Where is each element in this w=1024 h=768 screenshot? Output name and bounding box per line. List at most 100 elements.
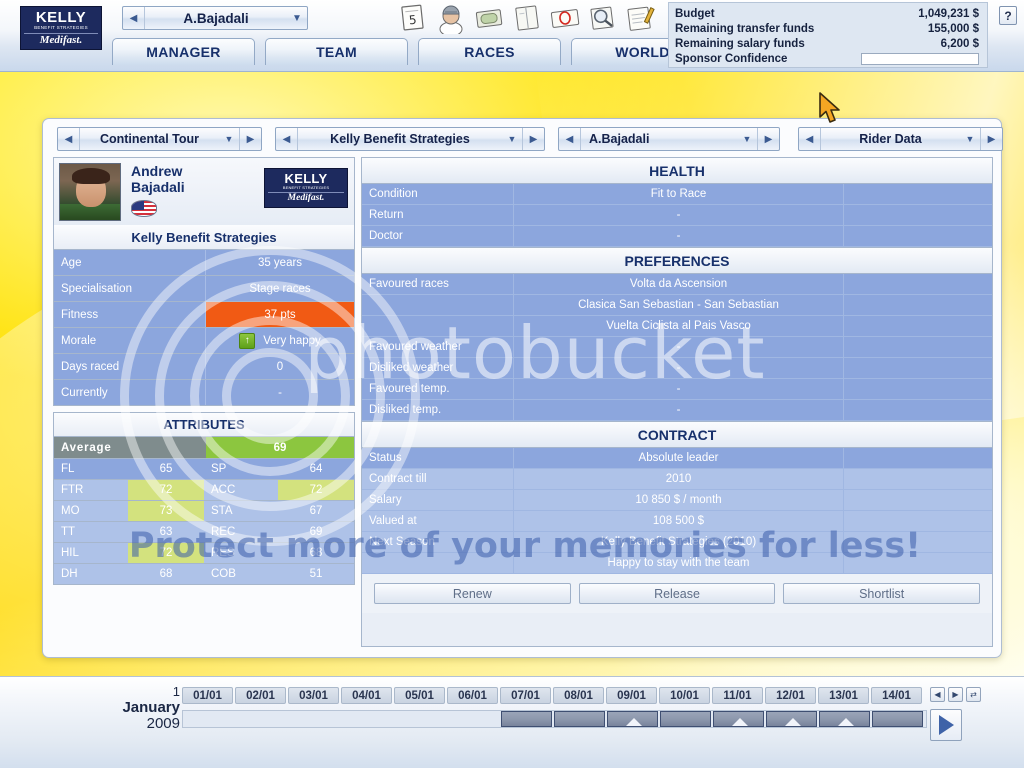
- stat-row-fitness: Fitness 37 pts: [53, 302, 355, 328]
- race-block[interactable]: [713, 711, 764, 727]
- contract-valued-value: 108 500 $: [514, 511, 844, 531]
- left-arrow-icon[interactable]: ◀: [123, 7, 145, 29]
- pref-favoured-races-label: Favoured races: [362, 274, 514, 294]
- health-row-pad: [844, 226, 992, 246]
- left-arrow-icon[interactable]: ◀: [58, 128, 80, 150]
- right-arrow-icon[interactable]: ▶: [980, 128, 1002, 150]
- attr-value-res: 68: [309, 547, 323, 559]
- release-button[interactable]: Release: [578, 583, 776, 604]
- pref-disliked-temp-label: Disliked temp.: [362, 400, 514, 420]
- advance-day-button[interactable]: [930, 709, 962, 741]
- tab-manager-label: MANAGER: [146, 44, 221, 60]
- right-arrow-icon[interactable]: ▶: [522, 128, 544, 150]
- team-logo: KELLY BENEFIT STRATEGIES Medifast.: [20, 6, 102, 50]
- race-block[interactable]: [872, 711, 923, 727]
- pref-row-disliked-temp: Disliked temp. -: [362, 400, 992, 421]
- tab-races[interactable]: RACES: [418, 38, 561, 65]
- search-icon[interactable]: [586, 2, 620, 34]
- calendar-date-3[interactable]: 03/01: [288, 687, 339, 704]
- calendar-date-11[interactable]: 11/01: [712, 687, 763, 704]
- pref-row-pad: [844, 295, 992, 315]
- stat-age-label: Age: [54, 250, 206, 275]
- contract-row-pad: [844, 511, 992, 531]
- book-icon[interactable]: [510, 2, 544, 34]
- contract-row-pad: [844, 490, 992, 510]
- calendar-date-1[interactable]: 01/01: [182, 687, 233, 704]
- rider-detail-column: HEALTH Condition Fit to Race Return - Do…: [361, 157, 993, 647]
- pref-row-pad: [844, 379, 992, 399]
- mail-icon[interactable]: [548, 2, 582, 34]
- tab-manager[interactable]: MANAGER: [112, 38, 255, 65]
- finance-salary-value: 6,200 $: [940, 37, 979, 50]
- chevron-down-icon[interactable]: ▼: [960, 134, 980, 144]
- calendar-date-13[interactable]: 13/01: [818, 687, 869, 704]
- attr-value-acc: 72: [278, 480, 354, 500]
- contract-status-label: Status: [362, 448, 514, 468]
- play-icon: [938, 715, 954, 735]
- table-row: FL 65 SP 64: [53, 459, 355, 480]
- race-block[interactable]: [501, 711, 552, 727]
- left-arrow-icon[interactable]: ◀: [799, 128, 821, 150]
- help-button-label: ?: [1004, 8, 1012, 23]
- mouse-cursor: [818, 92, 844, 131]
- money-icon[interactable]: [472, 2, 506, 34]
- health-condition-value: Fit to Race: [514, 184, 844, 204]
- race-block[interactable]: [660, 711, 711, 727]
- health-row-pad: [844, 205, 992, 225]
- attr-value-mo: 73: [128, 501, 204, 521]
- rider-icon[interactable]: [434, 2, 468, 34]
- right-arrow-icon[interactable]: ▶: [757, 128, 779, 150]
- chevron-down-icon[interactable]: ▼: [502, 134, 522, 144]
- calendar-icon[interactable]: 5: [396, 2, 430, 34]
- calendar-date-8[interactable]: 08/01: [553, 687, 604, 704]
- calendar-date-4[interactable]: 04/01: [341, 687, 392, 704]
- pref-row-race-3: Vuelta Ciclista al Pais Vasco: [362, 316, 992, 337]
- attr-value-sta: 67: [309, 505, 323, 517]
- help-button[interactable]: ?: [999, 6, 1017, 25]
- calendar-date-9[interactable]: 09/01: [606, 687, 657, 704]
- team-logo-line1: KELLY: [35, 8, 87, 26]
- pref-favoured-race-3: Vuelta Ciclista al Pais Vasco: [514, 316, 844, 336]
- preferences-title: PREFERENCES: [362, 248, 992, 274]
- calendar-bar: 1 January 2009 01/01 02/01 03/01 04/01 05/01…: [0, 676, 1024, 768]
- left-arrow-icon[interactable]: ◀: [276, 128, 298, 150]
- team-logo-line2: BENEFIT STRATEGIES: [34, 24, 88, 30]
- chevron-down-icon[interactable]: ▼: [287, 13, 307, 24]
- race-block[interactable]: [819, 711, 870, 727]
- calendar-date-5[interactable]: 05/01: [394, 687, 445, 704]
- tab-team-label: TEAM: [316, 44, 357, 60]
- chevron-down-icon[interactable]: ▼: [737, 134, 757, 144]
- left-arrow-icon[interactable]: ◀: [559, 128, 581, 150]
- calendar-date-2[interactable]: 02/01: [235, 687, 286, 704]
- breadcrumb-nav: ◀ Continental Tour ▼ ▶ ◀ Kelly Benefit S…: [53, 127, 1003, 151]
- race-block[interactable]: [607, 711, 658, 727]
- right-arrow-icon[interactable]: ▶: [948, 687, 963, 702]
- tab-team[interactable]: TEAM: [265, 38, 408, 65]
- calendar-date-6[interactable]: 06/01: [447, 687, 498, 704]
- calendar-date-12[interactable]: 12/01: [765, 687, 816, 704]
- shortlist-button[interactable]: Shortlist: [783, 583, 981, 604]
- left-arrow-icon[interactable]: ◀: [930, 687, 945, 702]
- rider-selector[interactable]: ◀ A.Bajadali ▼: [122, 6, 308, 30]
- calendar-race-track[interactable]: [182, 710, 927, 728]
- renew-button[interactable]: Renew: [374, 583, 571, 604]
- notes-icon[interactable]: [624, 2, 658, 34]
- nav-selector-tour[interactable]: ◀ Continental Tour ▼ ▶: [57, 127, 262, 151]
- right-arrow-icon[interactable]: ▶: [239, 128, 261, 150]
- stat-days-raced-value: 0: [276, 360, 284, 373]
- calendar-date-7[interactable]: 07/01: [500, 687, 551, 704]
- calendar-date-14[interactable]: 14/01: [871, 687, 922, 704]
- current-date-display: 1 January 2009: [60, 684, 180, 733]
- attr-label-cob: COB: [211, 568, 236, 580]
- team-title-text: Kelly Benefit Strategies: [131, 229, 277, 245]
- refresh-icon[interactable]: ⇄: [966, 687, 981, 702]
- chevron-down-icon[interactable]: ▼: [219, 134, 239, 144]
- nav-selector-rider[interactable]: ◀ A.Bajadali ▼ ▶: [558, 127, 780, 151]
- calendar-date-10[interactable]: 10/01: [659, 687, 710, 704]
- contract-row-till: Contract till 2010: [362, 469, 992, 490]
- nav-selector-team[interactable]: ◀ Kelly Benefit Strategies ▼ ▶: [275, 127, 545, 151]
- nav-page-value: Rider Data: [859, 132, 922, 146]
- contract-row-pad: [844, 532, 992, 552]
- race-block[interactable]: [766, 711, 817, 727]
- race-block[interactable]: [554, 711, 605, 727]
